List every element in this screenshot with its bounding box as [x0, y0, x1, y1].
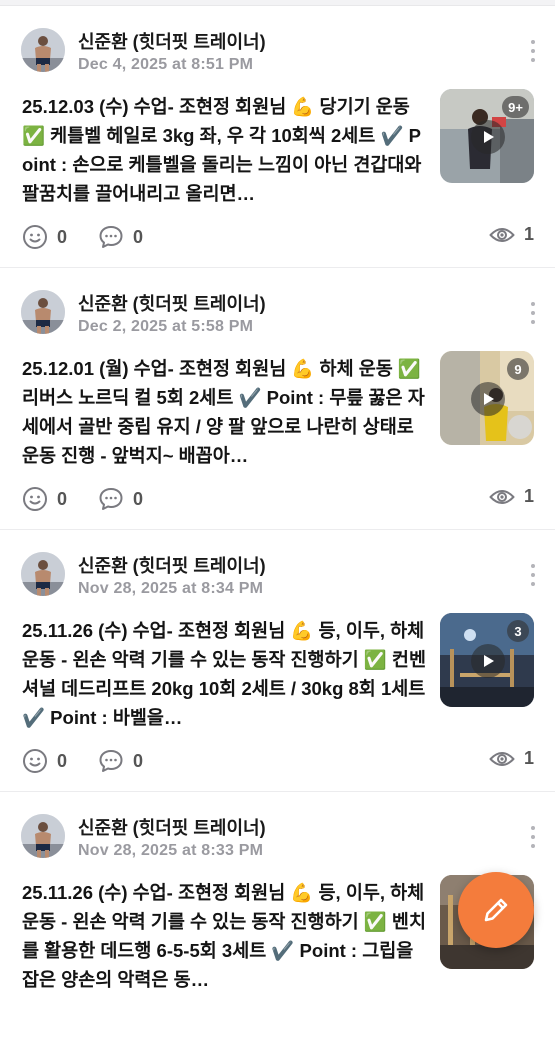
pencil-icon: [484, 898, 508, 922]
media-count-badge: 9: [507, 358, 529, 380]
comment-icon: [99, 226, 123, 248]
more-options-icon[interactable]: [527, 40, 539, 66]
avatar[interactable]: [21, 28, 65, 72]
play-icon: [471, 120, 505, 154]
post-content[interactable]: 25.11.26 (수) 수업- 조현정 회원님 💪 등, 이두, 하체 운동 …: [22, 616, 426, 732]
play-icon: [471, 644, 505, 678]
comment-icon: [99, 488, 123, 510]
comment-icon: [99, 750, 123, 772]
more-options-icon[interactable]: [527, 302, 539, 328]
avatar[interactable]: [21, 552, 65, 596]
post-card[interactable]: 신준환 (힛더핏 트레이너) Dec 4, 2025 at 8:51 PM 25…: [0, 6, 555, 267]
post-timestamp: Dec 2, 2025 at 5:58 PM: [78, 318, 254, 335]
avatar[interactable]: [21, 814, 65, 858]
reaction-count: 0: [57, 750, 68, 771]
more-options-icon[interactable]: [527, 564, 539, 590]
view-count: 1: [489, 224, 534, 245]
smiley-icon: [23, 749, 47, 773]
reaction-button[interactable]: 0: [22, 486, 67, 512]
reaction-button[interactable]: 0: [22, 748, 67, 774]
post-content[interactable]: 25.12.01 (월) 수업- 조현정 회원님 💪 하체 운동 ✅ 리버스 노…: [22, 354, 426, 470]
media-count-badge: 3: [507, 620, 529, 642]
media-thumbnail[interactable]: 9: [440, 351, 534, 445]
comment-button[interactable]: 0: [98, 486, 143, 512]
reaction-button[interactable]: 0: [22, 224, 67, 250]
comment-button[interactable]: 0: [98, 224, 143, 250]
eye-icon: [489, 489, 515, 504]
author-name[interactable]: 신준환 (힛더핏 트레이너): [78, 814, 266, 840]
eye-icon: [489, 227, 515, 242]
author-name[interactable]: 신준환 (힛더핏 트레이너): [78, 552, 266, 578]
post-actions: 0 0 1: [22, 224, 534, 256]
play-icon: [471, 382, 505, 416]
author-name[interactable]: 신준환 (힛더핏 트레이너): [78, 28, 266, 54]
post-timestamp: Dec 4, 2025 at 8:51 PM: [78, 56, 254, 73]
comment-count: 0: [133, 488, 144, 509]
view-count: 1: [489, 486, 534, 507]
view-count-value: 1: [523, 748, 534, 768]
post-content[interactable]: 25.11.26 (수) 수업- 조현정 회원님 💪 등, 이두, 하체 운동 …: [22, 878, 426, 994]
post-timestamp: Nov 28, 2025 at 8:34 PM: [78, 580, 264, 597]
comment-button[interactable]: 0: [98, 748, 143, 774]
media-count-badge: 9+: [502, 96, 529, 118]
eye-icon: [489, 751, 515, 766]
reaction-count: 0: [57, 226, 68, 247]
smiley-icon: [23, 487, 47, 511]
media-thumbnail[interactable]: 9+: [440, 89, 534, 183]
reaction-count: 0: [57, 488, 68, 509]
avatar[interactable]: [21, 290, 65, 334]
post-content[interactable]: 25.12.03 (수) 수업- 조현정 회원님 💪 당기기 운동 ✅ 케틀벨 …: [22, 92, 426, 208]
write-post-button[interactable]: [458, 872, 534, 948]
post-card[interactable]: 신준환 (힛더핏 트레이너) Nov 28, 2025 at 8:34 PM 2…: [0, 530, 555, 791]
view-count-value: 1: [523, 224, 534, 244]
comment-count: 0: [133, 226, 144, 247]
media-thumbnail[interactable]: 3: [440, 613, 534, 707]
post-timestamp: Nov 28, 2025 at 8:33 PM: [78, 842, 264, 859]
comment-count: 0: [133, 750, 144, 771]
view-count: 1: [489, 748, 534, 769]
post-actions: 0 0 1: [22, 486, 534, 518]
author-name[interactable]: 신준환 (힛더핏 트레이너): [78, 290, 266, 316]
smiley-icon: [23, 225, 47, 249]
view-count-value: 1: [523, 486, 534, 506]
post-actions: 0 0 1: [22, 748, 534, 780]
more-options-icon[interactable]: [527, 826, 539, 852]
post-card[interactable]: 신준환 (힛더핏 트레이너) Dec 2, 2025 at 5:58 PM 25…: [0, 268, 555, 529]
